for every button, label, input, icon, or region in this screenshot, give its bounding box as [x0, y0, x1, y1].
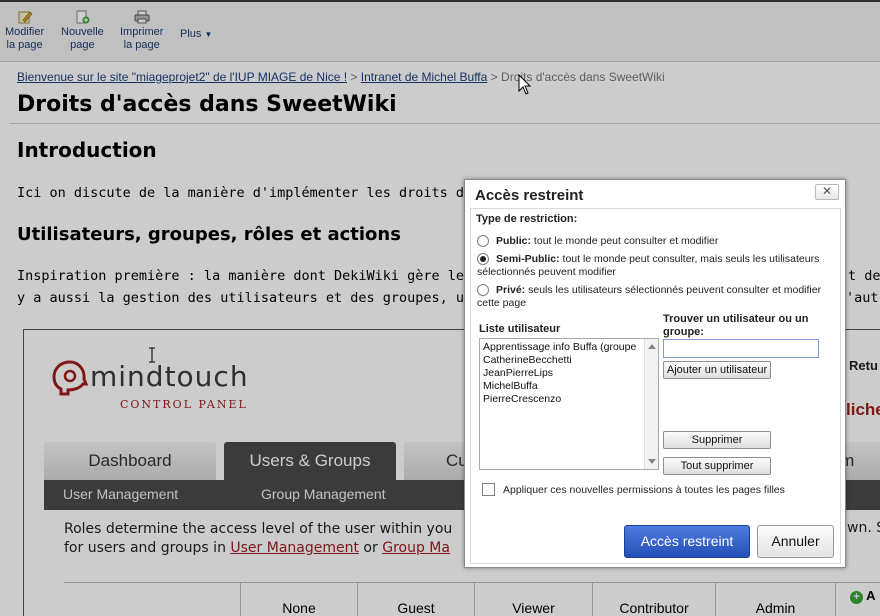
apply-children-label: Appliquer ces nouvelles permissions à to… [503, 484, 785, 496]
close-icon: ✕ [821, 184, 833, 198]
option-private-title: Privé: [496, 284, 526, 296]
option-private-desc: seuls les utilisateurs sélectionnés peuv… [477, 284, 822, 309]
remove-all-button[interactable]: Tout supprimer [663, 457, 771, 475]
user-list-scrollbar[interactable] [644, 339, 658, 469]
option-public-title: Public: [496, 235, 532, 247]
add-user-button[interactable]: Ajouter un utilisateur [663, 361, 771, 379]
restrict-access-button[interactable]: Accès restreint [624, 525, 750, 558]
text-cursor-icon [149, 347, 155, 363]
option-public-desc: tout le monde peut consulter et modifier [531, 235, 719, 247]
user-list[interactable]: Apprentissage info Buffa (groupe Catheri… [479, 338, 659, 470]
user-list-item[interactable]: Apprentissage info Buffa (groupe [480, 341, 644, 354]
user-list-item[interactable]: CatherineBecchetti [480, 354, 644, 367]
user-list-item[interactable]: JeanPierreLips [480, 367, 644, 380]
option-semi-public[interactable]: Semi-Public: tout le monde peut consulte… [477, 253, 837, 279]
radio-semi-public[interactable] [477, 253, 489, 265]
option-public[interactable]: Public: tout le monde peut consulter et … [477, 235, 837, 248]
restricted-access-dialog: Accès restreint ✕ Type de restriction: P… [464, 179, 846, 568]
radio-private[interactable] [477, 284, 489, 296]
radio-public[interactable] [477, 235, 489, 247]
dialog-title: Accès restreint [475, 187, 584, 204]
find-user-input[interactable] [663, 339, 819, 358]
user-list-item[interactable]: PierreCrescenzo [480, 393, 644, 406]
restriction-type-label: Type de restriction: [476, 213, 578, 225]
dialog-body: Type de restriction: Public: tout le mon… [470, 208, 841, 564]
close-button[interactable]: ✕ [815, 184, 839, 200]
apply-children-checkbox[interactable] [482, 483, 495, 496]
user-list-item[interactable]: MichelBuffa [480, 380, 644, 393]
user-list-label: Liste utilisateur [479, 323, 561, 335]
cancel-button[interactable]: Annuler [757, 525, 834, 558]
scroll-down-icon[interactable] [648, 459, 656, 464]
option-private[interactable]: Privé: seuls les utilisateurs sélectionn… [477, 284, 837, 310]
option-semi-public-title: Semi-Public: [496, 253, 560, 265]
mouse-pointer-icon [518, 74, 532, 95]
find-user-label: Trouver un utilisateur ou un groupe: [663, 313, 809, 338]
scroll-up-icon[interactable] [648, 344, 656, 349]
remove-button[interactable]: Supprimer [663, 431, 771, 449]
